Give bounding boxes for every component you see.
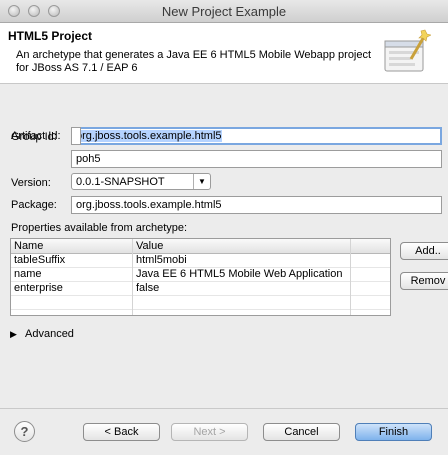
cancel-button[interactable]: Cancel	[263, 423, 340, 441]
add-property-button[interactable]: Add..	[400, 242, 448, 260]
finish-button[interactable]: Finish	[355, 423, 432, 441]
property-value: false	[136, 282, 160, 294]
help-button[interactable]: ?	[14, 421, 35, 442]
footer-separator	[0, 408, 448, 409]
package-label: Package:	[11, 199, 57, 211]
window-title: New Project Example	[161, 4, 287, 19]
advanced-toggle[interactable]: ▶ Advanced	[10, 328, 130, 342]
property-name: tableSuffix	[14, 254, 66, 266]
table-row-empty	[11, 296, 390, 310]
table-row[interactable]: tableSuffix html5mobi	[11, 254, 390, 268]
version-value: 0.0.1-SNAPSHOT	[76, 176, 165, 188]
table-row[interactable]: enterprise false	[11, 282, 390, 296]
table-row[interactable]: name Java EE 6 HTML5 Mobile Web Applicat…	[11, 268, 390, 282]
page-title: HTML5 Project	[8, 29, 93, 43]
property-value: Java EE 6 HTML5 Mobile Web Application	[136, 268, 343, 280]
artifact-id-label: Artifact Id:	[11, 130, 61, 142]
property-name: name	[14, 268, 42, 280]
version-combo[interactable]: 0.0.1-SNAPSHOT ▼	[71, 173, 211, 190]
chevron-down-icon[interactable]: ▼	[193, 174, 210, 189]
advanced-label: Advanced	[25, 328, 74, 340]
property-value: html5mobi	[136, 254, 187, 266]
properties-label: Properties available from archetype:	[11, 222, 188, 234]
version-label: Version:	[11, 177, 51, 189]
wizard-header: HTML5 Project An archetype that generate…	[0, 23, 448, 84]
disclosure-triangle-icon: ▶	[10, 329, 17, 339]
wizard-banner-icon	[384, 29, 431, 72]
window-titlebar: New Project Example	[0, 0, 448, 23]
table-header: Name Value	[11, 239, 390, 254]
back-button[interactable]: < Back	[83, 423, 160, 441]
artifact-id-field[interactable]: poh5	[71, 150, 442, 168]
group-id-value: org.jboss.tools.example.html5	[76, 130, 222, 142]
property-name: enterprise	[14, 282, 63, 294]
column-divider	[350, 239, 351, 315]
remove-property-button[interactable]: Remov	[400, 272, 448, 290]
group-id-field[interactable]: org.jboss.tools.example.html5	[71, 127, 442, 145]
next-button[interactable]: Next >	[171, 423, 248, 441]
package-field[interactable]: org.jboss.tools.example.html5	[71, 196, 442, 214]
properties-table[interactable]: Name Value tableSuffix html5mobi name Ja…	[10, 238, 391, 316]
page-description: An archetype that generates a Java EE 6 …	[16, 49, 372, 74]
column-header-name[interactable]: Name	[14, 240, 43, 252]
column-divider	[132, 239, 133, 315]
column-header-value[interactable]: Value	[136, 240, 163, 252]
